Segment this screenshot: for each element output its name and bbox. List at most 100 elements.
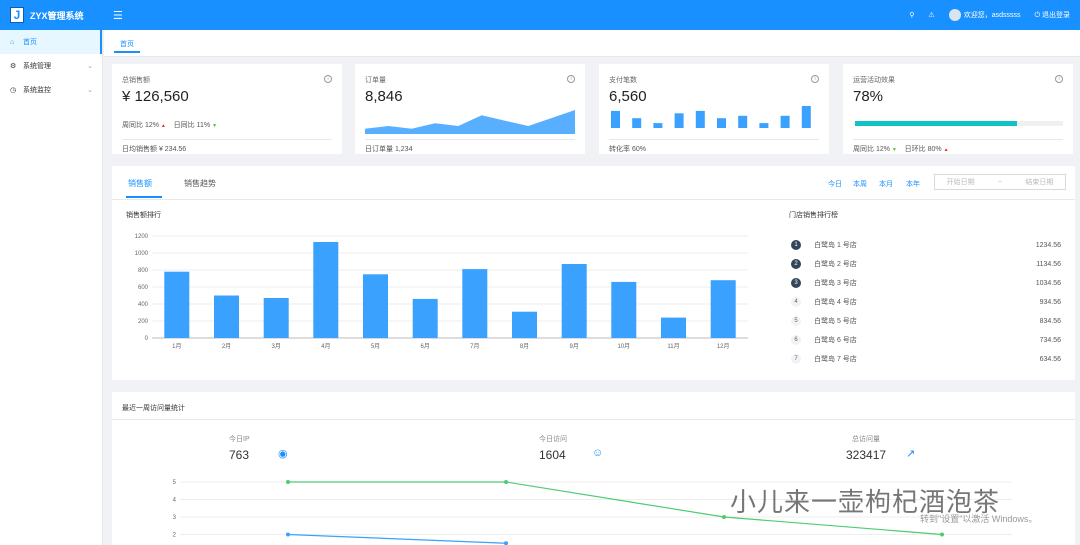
visits-title: 最近一周访问量统计 <box>122 405 185 412</box>
sales-bar <box>363 274 388 339</box>
ranking-row: 1 白鹭岛 1 号店 1234.56 <box>791 238 1061 252</box>
greeting-text: 欢迎您，asdsssss <box>963 11 1021 19</box>
series-point <box>286 480 290 484</box>
bell-icon[interactable]: ⚠ <box>928 11 934 19</box>
sales-bar-chart: 0 200 400 600 800 1000 1200 1月 2月 3月 4月 5月 6月 7月 8月 9月 1… <box>135 234 748 350</box>
app-name: ZYX管理系统 <box>30 10 84 21</box>
payments-bar <box>653 123 663 128</box>
payments-bar <box>632 118 642 128</box>
stat-footer: 周同比 12% ▼ 日环比 80% ▲ <box>853 139 1063 154</box>
store-name: 白鹭岛 3 号店 <box>814 280 857 287</box>
store-name: 白鹭岛 1 号店 <box>814 242 857 249</box>
ranking-row: 6 白鹭岛 6 号店 734.56 <box>791 333 1061 347</box>
sales-bar <box>313 242 339 338</box>
period-week[interactable]: 本周 <box>853 179 867 189</box>
avatar <box>948 9 961 21</box>
search-icon[interactable]: ⚲ <box>909 11 914 19</box>
period-today[interactable]: 今日 <box>828 179 842 189</box>
info-icon[interactable]: i <box>567 75 575 83</box>
sidebar-item-home[interactable]: ⌂ 首页 <box>0 30 102 54</box>
range-separator: ~ <box>997 178 1003 186</box>
store-sales: 634.56 <box>1039 355 1061 363</box>
trend-label: 日环比 <box>904 146 926 153</box>
store-sales: 1134.56 <box>1036 260 1061 268</box>
caret-up-icon: ▲ <box>943 147 949 153</box>
tab-sales[interactable]: 销售额 <box>128 178 152 189</box>
series-point <box>722 515 726 519</box>
store-sales: 934.56 <box>1039 298 1061 306</box>
store-sales: 734.56 <box>1039 336 1061 344</box>
sales-bar <box>412 298 438 338</box>
store-name: 白鹭岛 6 号店 <box>814 337 857 344</box>
trend-value: 12% <box>875 146 890 153</box>
app-logo[interactable]: J ZYX管理系统 <box>0 7 103 23</box>
monitor-icon: ◷ <box>10 87 17 94</box>
visit-label-ip: 今日IP <box>229 436 250 443</box>
sales-bar <box>661 317 686 338</box>
stat-label: 总销售额 <box>122 77 150 84</box>
tab-sales-trend[interactable]: 销售趋势 <box>184 178 216 189</box>
series-line <box>287 533 507 544</box>
period-year[interactable]: 本年 <box>906 179 920 189</box>
sidebar-item-system-management[interactable]: ⚙ 系统管理 ⌄ <box>0 54 102 78</box>
sales-panel: 销售额 销售趋势 今日 本周 本月 本年 开始日期 ~ 结束日期 销售额排行 0… <box>112 166 1075 380</box>
x-tick-label: 11月 <box>667 343 679 350</box>
visit-label-today: 今日访问 <box>539 436 567 443</box>
rank-number: 3 <box>791 278 801 288</box>
visit-label-total: 总访问量 <box>852 436 880 443</box>
trend-up-icon: ↗ <box>906 448 916 460</box>
page-tabs-bar: 首页 <box>104 30 1080 57</box>
logout-label: 退出登录 <box>1042 12 1070 19</box>
stat-value: 8,846 <box>365 88 403 105</box>
y-tick-label: 4 <box>173 498 177 504</box>
period-month[interactable]: 本月 <box>879 179 893 189</box>
chart-title: 销售额排行 <box>126 212 161 219</box>
x-tick-label: 8月 <box>520 343 529 350</box>
start-date-input[interactable]: 开始日期 <box>947 177 975 187</box>
stat-label: 支付笔数 <box>609 77 637 84</box>
stat-label: 订单量 <box>365 77 386 84</box>
end-date-input[interactable]: 结束日期 <box>1025 177 1053 187</box>
store-sales: 834.56 <box>1039 317 1061 325</box>
stat-value: ¥ 126,560 <box>122 88 189 105</box>
sidebar-item-system-monitor[interactable]: ◷ 系统监控 ⌄ <box>0 78 102 102</box>
top-header: J ZYX管理系统 ☰ ⚲ ⚠ 欢迎您，asdsssss ⏻ 退出登录 <box>0 0 1080 30</box>
date-range-picker[interactable]: 开始日期 ~ 结束日期 <box>934 174 1066 190</box>
user-menu[interactable]: 欢迎您，asdsssss <box>948 9 1021 21</box>
sidebar-item-label: 系统监控 <box>23 87 51 94</box>
info-icon[interactable]: i <box>324 75 332 83</box>
logout-button[interactable]: ⏻ 退出登录 <box>1035 10 1071 20</box>
active-tab-indicator <box>126 196 162 198</box>
info-icon[interactable]: i <box>811 75 819 83</box>
sidebar-item-label: 首页 <box>23 39 37 46</box>
power-icon: ⏻ <box>1034 12 1041 19</box>
store-name: 白鹭岛 7 号店 <box>814 356 857 363</box>
series-point <box>286 532 290 537</box>
sales-bar <box>164 271 190 338</box>
stat-card-orders: 订单量 i 8,846 日订单量 1,234 <box>355 64 585 154</box>
caret-up-icon: ▲ <box>160 123 166 129</box>
x-tick-label: 6月 <box>421 343 430 350</box>
series-point <box>940 532 944 537</box>
ranking-title: 门店销售排行榜 <box>789 212 838 219</box>
x-tick-label: 9月 <box>570 343 579 350</box>
store-name: 白鹭岛 2 号店 <box>814 261 857 268</box>
orders-area-chart <box>365 110 575 134</box>
sales-bar <box>561 264 587 338</box>
rank-number: 5 <box>791 316 801 326</box>
info-icon[interactable]: i <box>1055 75 1063 83</box>
x-tick-label: 4月 <box>321 343 330 350</box>
x-tick-label: 3月 <box>272 343 281 350</box>
stat-card-sales: 总销售额 i ¥ 126,560 周同比 12% ▲ 日同比 11% ▼ 日均销… <box>112 64 342 154</box>
chevron-down-icon: ⌄ <box>87 63 93 70</box>
menu-toggle-icon[interactable]: ☰ <box>113 9 123 22</box>
ranking-row: 7 白鹭岛 7 号店 634.56 <box>791 352 1061 366</box>
sales-bar <box>214 295 239 338</box>
rank-number: 1 <box>791 240 801 250</box>
tab-home[interactable]: 首页 <box>114 37 140 53</box>
store-sales: 1234.56 <box>1035 241 1061 249</box>
sales-bar <box>263 298 289 338</box>
trend-label: 日同比 <box>173 122 195 129</box>
stat-card-operations: 运营活动效果 i 78% 周同比 12% ▼ 日环比 80% ▲ <box>843 64 1073 154</box>
visit-value-ip: 763 <box>229 448 250 462</box>
